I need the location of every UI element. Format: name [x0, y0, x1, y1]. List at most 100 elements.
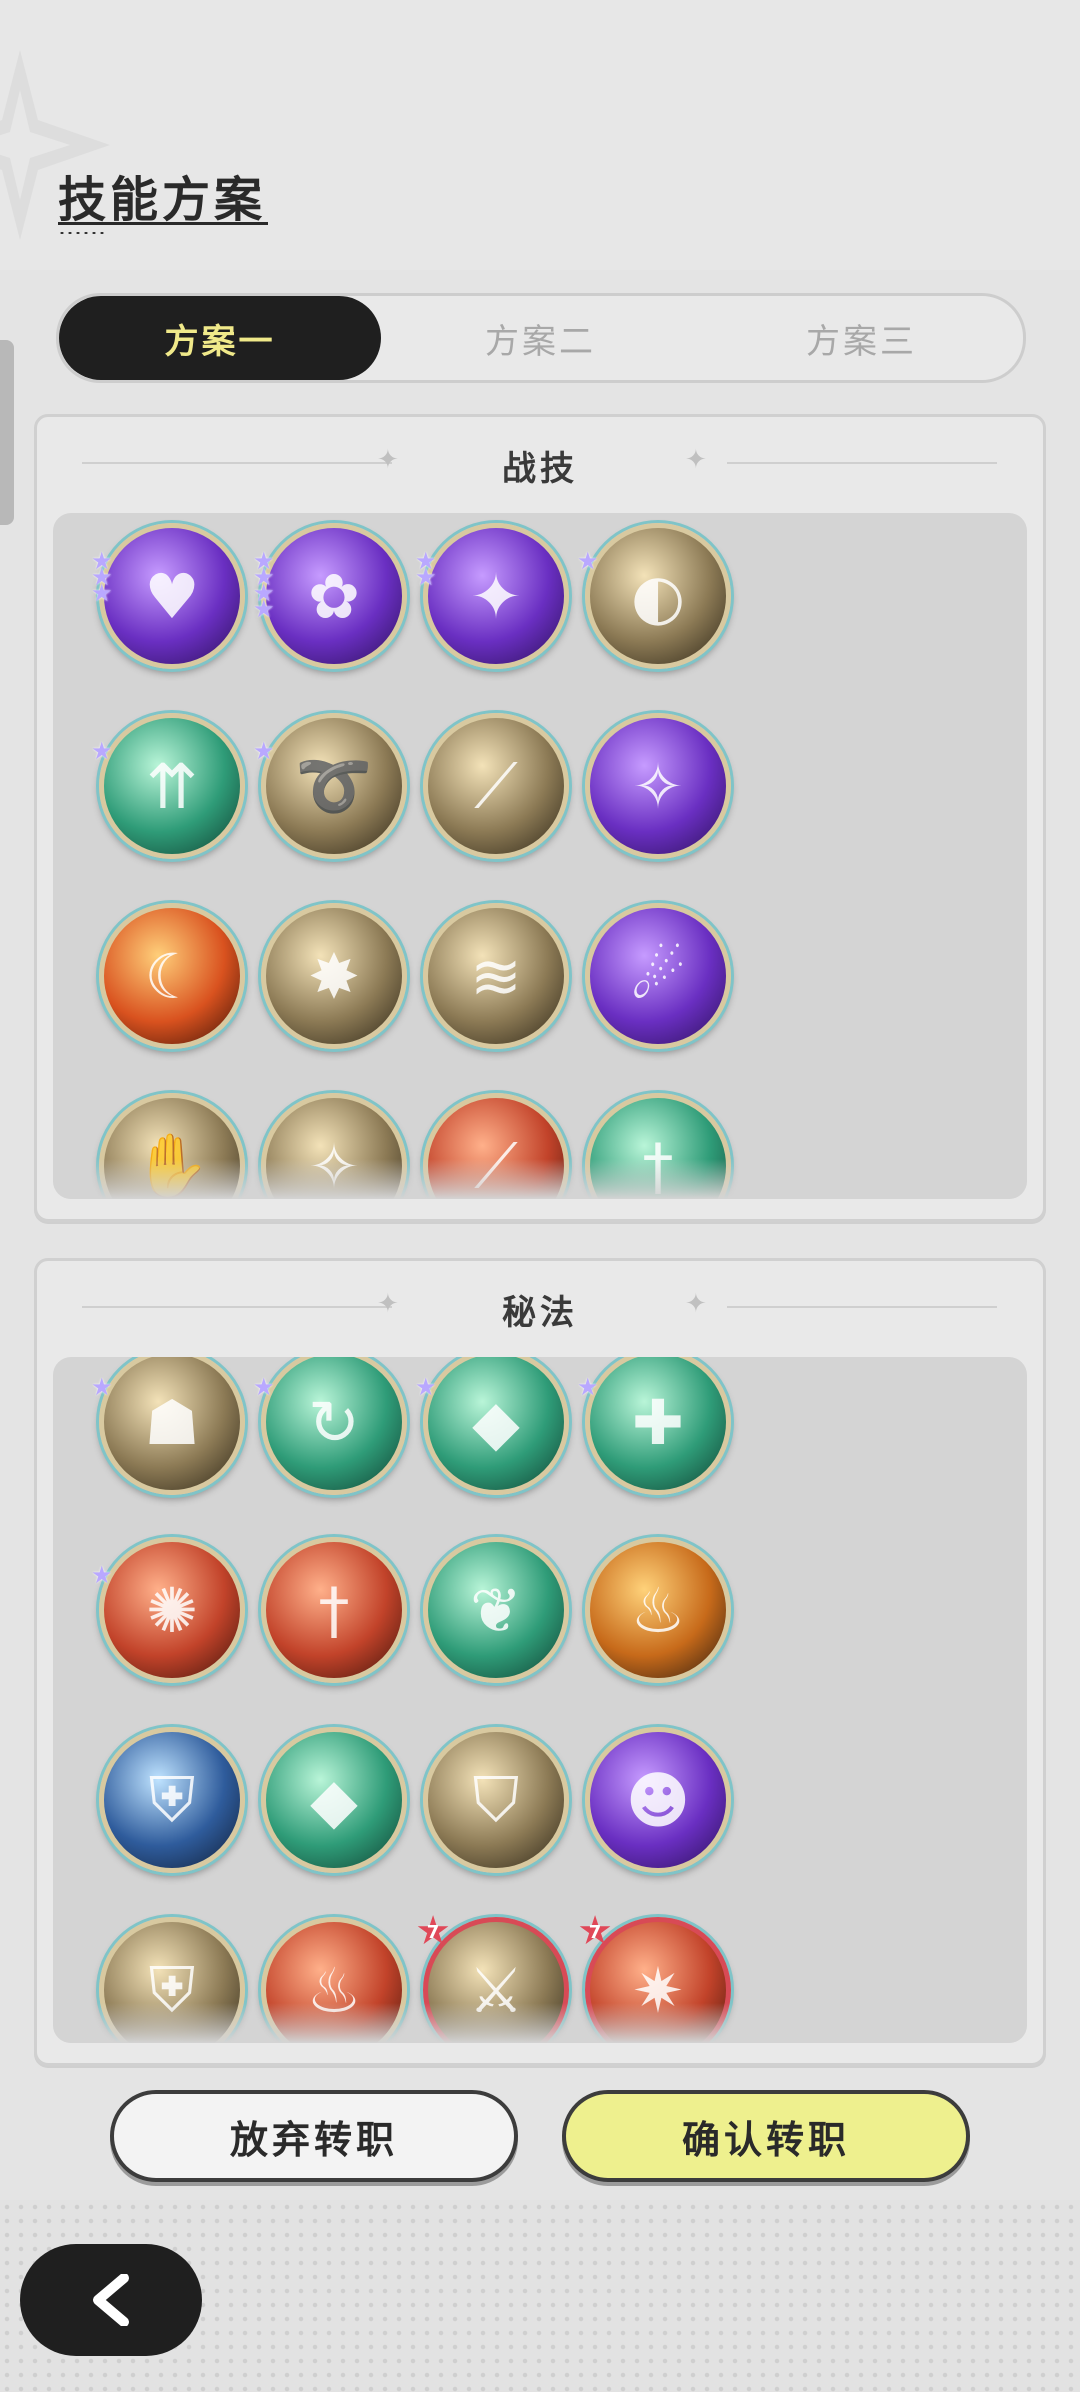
header-sparkle-icon: ✦	[685, 445, 707, 475]
skill-glyph: ⟋	[474, 749, 518, 822]
level-badge-number: 7	[588, 1922, 602, 1943]
gold-guardian-icon[interactable]: ☗	[99, 1357, 245, 1495]
level-badge-number: 7	[426, 1922, 440, 1943]
back-button[interactable]	[20, 2244, 202, 2356]
secret-panel-title: 秘法	[502, 1293, 578, 1333]
skill-star-rating: ★	[577, 1373, 603, 1401]
skill-star-rating: ★	[91, 1561, 117, 1589]
skill-star-rating: ★	[91, 737, 117, 765]
purple-rose-thorns-icon[interactable]: ✿	[261, 523, 407, 669]
purple-figure-aura-icon[interactable]: ☻	[585, 1727, 731, 1873]
green-wind-arrow-icon[interactable]: ↻	[261, 1357, 407, 1495]
skill-glyph: ✚	[632, 1385, 684, 1459]
secret-panel-header: ✦ 秘法 ✦	[37, 1261, 1043, 1351]
skill-glyph: ⇈	[146, 749, 198, 823]
star-icon: ★	[415, 1373, 437, 1401]
skill-glyph: ✦	[470, 559, 522, 633]
star-icon: ★	[253, 595, 275, 623]
skill-glyph: ✧	[632, 749, 684, 823]
star-icon: ★	[577, 1373, 599, 1401]
tab-plan-2[interactable]: 方案二	[380, 296, 701, 380]
gold-slash-icon[interactable]: ⟋	[423, 713, 569, 859]
green-crystal-up-icon[interactable]: ◆	[261, 1727, 407, 1873]
skill-glyph: ≋	[470, 939, 522, 1013]
title-underline	[58, 222, 268, 225]
gold-shadow-dash-icon[interactable]: ≋	[423, 903, 569, 1049]
combat-skill-grid: ♥★★★✿★★★★✦★★◐★⇈★➰★⟋✧☾✸≋☄✋✧⟋†	[53, 513, 1027, 1199]
combat-panel-header: ✦ 战技 ✦	[37, 417, 1043, 507]
grid-scroll-fade	[53, 2003, 1027, 2043]
skill-glyph: †	[318, 1573, 350, 1647]
skill-glyph: ✸	[308, 939, 360, 1013]
combat-skills-panel: ✦ 战技 ✦ ♥★★★✿★★★★✦★★◐★⇈★➰★⟋✧☾✸≋☄✋✧⟋†	[34, 414, 1046, 1222]
green-crystal-icon[interactable]: ◆	[423, 1357, 569, 1495]
skill-star-rating: ★	[577, 547, 603, 575]
green-leaf-icon[interactable]: ❦	[423, 1537, 569, 1683]
blue-shield-sigil-icon[interactable]: ⛨	[99, 1727, 245, 1873]
secret-arts-panel: ✦ 秘法 ✦ ☗ ★ ↻ ★ ◆ ★ ✚ ★ ✺ ★ † ❦ ♨ ⛨ ◆ ⛉ ☻ ⛨ ♨ ⚔ ★ 7 ✷ ★ 7	[34, 1258, 1046, 2066]
skill-glyph: ⛉	[472, 1763, 520, 1836]
side-drawer-handle[interactable]	[0, 340, 14, 525]
abandon-job-change-button[interactable]: 放弃转职	[110, 2090, 518, 2182]
skill-star-rating: ★	[253, 737, 279, 765]
skill-glyph: ♨	[630, 1573, 686, 1647]
red-power-burst-icon[interactable]: ✺	[99, 1537, 245, 1683]
tab-plan-3[interactable]: 方案三	[701, 296, 1022, 380]
skill-glyph: ⛨	[148, 1763, 196, 1836]
skill-star-rating: ★ ★	[415, 549, 441, 591]
skill-glyph: ☄	[630, 939, 686, 1013]
gold-swirl-blades-icon[interactable]: ➰	[261, 713, 407, 859]
gold-whirlwind-icon[interactable]: ◐	[585, 523, 731, 669]
star-icon: ★	[415, 563, 437, 591]
purple-claw-icon[interactable]: ☄	[585, 903, 731, 1049]
skill-star-rating: ★	[253, 1373, 279, 1401]
skill-glyph: ☻	[625, 1763, 691, 1837]
skill-star-rating: ★ ★ ★ ★	[253, 549, 279, 623]
skill-glyph: ☗	[144, 1385, 200, 1459]
gold-impact-spikes-icon[interactable]: ✸	[261, 903, 407, 1049]
skill-glyph: ✺	[146, 1573, 198, 1647]
skill-glyph: ✿	[308, 559, 360, 633]
skill-glyph: ◐	[630, 559, 686, 633]
star-icon: ★	[91, 1373, 113, 1401]
star-icon: ★	[91, 737, 113, 765]
header-sparkle-icon: ✦	[685, 1289, 707, 1319]
page-title: 技能方案	[58, 172, 267, 228]
skill-glyph: ♥	[144, 559, 200, 633]
skill-glyph: ◆	[472, 1385, 520, 1459]
header-line-right	[727, 1306, 997, 1308]
red-sword-plus-icon[interactable]: †	[261, 1537, 407, 1683]
combat-panel-title: 战技	[502, 449, 578, 489]
skill-star-rating: ★ ★ ★	[91, 549, 117, 607]
skill-glyph: ☾	[144, 939, 200, 1013]
green-arrows-up-icon[interactable]: ⇈	[99, 713, 245, 859]
star-icon: ★	[253, 1373, 275, 1401]
gold-armor-icon[interactable]: ⛉	[423, 1727, 569, 1873]
star-icon: ★	[91, 1561, 113, 1589]
tab-plan-1[interactable]: 方案一	[59, 296, 381, 380]
grid-scroll-fade	[53, 1159, 1027, 1199]
header-line-right	[727, 462, 997, 464]
plan-tabs: 方案一 方案二 方案三	[56, 293, 1026, 383]
level-badge-star-icon: ★ 7	[413, 1911, 453, 1951]
title-dots	[58, 231, 108, 235]
level-badge-star-icon: ★ 7	[575, 1911, 615, 1951]
skill-glyph: ❦	[470, 1573, 522, 1647]
green-heal-plus-icon[interactable]: ✚	[585, 1357, 731, 1495]
chevron-left-icon	[93, 2274, 129, 2326]
star-icon: ★	[91, 579, 113, 607]
purple-starburst-icon[interactable]: ✦	[423, 523, 569, 669]
confirm-job-change-button[interactable]: 确认转职	[562, 2090, 970, 2182]
purple-star-pattern-icon[interactable]: ✧	[585, 713, 731, 859]
purple-heart-burst-icon[interactable]: ♥	[99, 523, 245, 669]
star-icon: ★	[577, 547, 599, 575]
skill-glyph: ◆	[310, 1763, 358, 1837]
skill-glyph: ↻	[308, 1385, 360, 1459]
skill-star-rating: ★	[415, 1373, 441, 1401]
fire-crescent-icon[interactable]: ☾	[99, 903, 245, 1049]
orange-flame-figure-icon[interactable]: ♨	[585, 1537, 731, 1683]
star-icon: ★	[253, 737, 275, 765]
secret-skill-grid: ☗ ★ ↻ ★ ◆ ★ ✚ ★ ✺ ★ † ❦ ♨ ⛨ ◆ ⛉ ☻ ⛨ ♨ ⚔ ★ 7 ✷ ★ 7	[53, 1357, 1027, 2043]
skill-star-rating: ★	[91, 1373, 117, 1401]
skill-glyph: ➰	[295, 749, 373, 822]
